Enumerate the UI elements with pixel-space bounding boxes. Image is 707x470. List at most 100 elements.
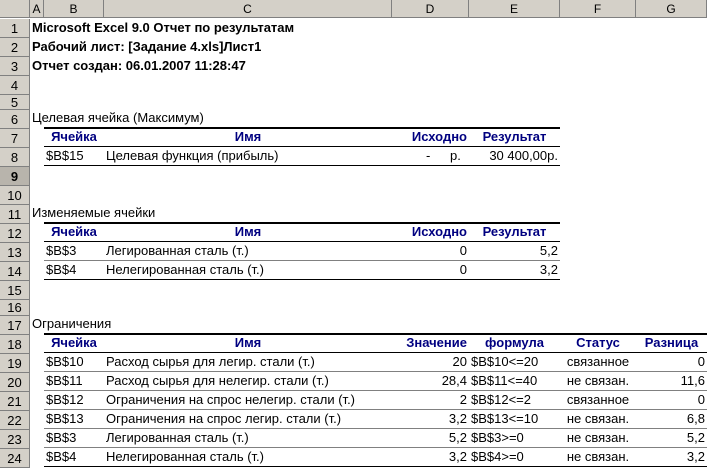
worksheet-line: Рабочий лист: [Задание 4.xls]Лист1 xyxy=(32,39,262,54)
constraints-header-formula: формула xyxy=(485,335,544,350)
constraint-row-3-cell[interactable]: $B$12 xyxy=(44,391,104,409)
constraint-row-1-name[interactable]: Расход сырья для легир. стали (т.) xyxy=(104,353,392,371)
constraint-row-1-cell[interactable]: $B$10 xyxy=(44,353,104,371)
changing-row-1-result[interactable]: 5,2 xyxy=(469,242,560,260)
row-header-22[interactable]: 22 xyxy=(0,411,30,430)
row-header-20[interactable]: 20 xyxy=(0,373,30,392)
row-header-7[interactable]: 7 xyxy=(0,129,30,148)
row-header-21[interactable]: 21 xyxy=(0,392,30,411)
row-header-13[interactable]: 13 xyxy=(0,243,30,262)
row-header-5[interactable]: 5 xyxy=(0,95,30,110)
constraint-row-6-formula[interactable]: $B$4>=0 xyxy=(469,448,560,466)
target-row-name[interactable]: Целевая функция (прибыль) xyxy=(104,147,392,165)
changing-header-cell: Ячейка xyxy=(51,224,97,239)
row-header-23[interactable]: 23 xyxy=(0,430,30,449)
constraint-row-3-status[interactable]: связанное xyxy=(560,391,636,409)
constraints-header-value: Значение xyxy=(406,335,467,350)
target-row-initial-unit[interactable]: р. xyxy=(448,147,463,165)
constraint-row-1-formula[interactable]: $B$10<=20 xyxy=(469,353,560,371)
row-header-6[interactable]: 6 xyxy=(0,110,30,129)
constraint-row-6-value[interactable]: 3,2 xyxy=(392,448,469,466)
constraint-row-6-name[interactable]: Нелегированная сталь (т.) xyxy=(104,448,392,466)
row-header-10[interactable]: 10 xyxy=(0,186,30,205)
constraint-row-5-diff[interactable]: 5,2 xyxy=(636,429,707,447)
constraint-row-5-status[interactable]: не связан. xyxy=(560,429,636,447)
row-header-19[interactable]: 19 xyxy=(0,354,30,373)
target-header-initial: Исходно xyxy=(411,129,467,144)
constraint-row-4-diff[interactable]: 6,8 xyxy=(636,410,707,428)
constraint-row-6-cell[interactable]: $B$4 xyxy=(44,448,104,466)
row-header-15[interactable]: 15 xyxy=(0,281,30,300)
column-header-f[interactable]: F xyxy=(560,0,636,18)
select-all-corner[interactable] xyxy=(0,0,30,18)
constraint-row-6-border xyxy=(44,466,707,467)
column-header-d[interactable]: D xyxy=(392,0,469,18)
target-header-result: Результат xyxy=(482,129,547,144)
row-header-12[interactable]: 12 xyxy=(0,224,30,243)
constraint-row-4-name[interactable]: Ограничения на спрос легир. стали (т.) xyxy=(104,410,392,428)
constraint-row-1-value[interactable]: 20 xyxy=(392,353,469,371)
row-header-8[interactable]: 8 xyxy=(0,148,30,167)
constraint-row-4-status[interactable]: не связан. xyxy=(560,410,636,428)
target-header-name: Имя xyxy=(234,129,262,144)
changing-row-1-cell[interactable]: $B$3 xyxy=(44,242,104,260)
column-header-a[interactable]: A xyxy=(30,0,44,18)
created-line: Отчет создан: 06.01.2007 11:28:47 xyxy=(32,58,246,73)
column-header-g[interactable]: G xyxy=(636,0,707,18)
changing-header-name: Имя xyxy=(234,224,262,239)
constraint-row-6-diff[interactable]: 3,2 xyxy=(636,448,707,466)
changing-row-2-initial[interactable]: 0 xyxy=(392,261,469,279)
row-header-17[interactable]: 17 xyxy=(0,316,30,335)
constraint-row-2-value[interactable]: 28,4 xyxy=(392,372,469,390)
changing-heading: Изменяемые ячейки xyxy=(32,205,156,220)
constraint-row-2-formula[interactable]: $B$11<=40 xyxy=(469,372,560,390)
row-header-2[interactable]: 2 xyxy=(0,38,30,57)
row-header-11[interactable]: 11 xyxy=(0,205,30,224)
constraint-row-2-status[interactable]: не связан. xyxy=(560,372,636,390)
constraint-row-1-diff[interactable]: 0 xyxy=(636,353,707,371)
constraint-row-5-cell[interactable]: $B$3 xyxy=(44,429,104,447)
constraint-row-3-name[interactable]: Ограничения на спрос нелегир. стали (т.) xyxy=(104,391,392,409)
constraint-row-6-status[interactable]: не связан. xyxy=(560,448,636,466)
constraints-heading: Ограничения xyxy=(32,316,112,331)
constraint-row-4-value[interactable]: 3,2 xyxy=(392,410,469,428)
row-header-4[interactable]: 4 xyxy=(0,76,30,95)
changing-header-result: Результат xyxy=(482,224,547,239)
constraint-row-4-formula[interactable]: $B$13<=10 xyxy=(469,410,560,428)
constraint-row-2-name[interactable]: Расход сырья для нелегир. стали (т.) xyxy=(104,372,392,390)
constraint-row-4-cell[interactable]: $B$13 xyxy=(44,410,104,428)
constraint-row-2-cell[interactable]: $B$11 xyxy=(44,372,104,390)
constraint-row-5-formula[interactable]: $B$3>=0 xyxy=(469,429,560,447)
target-row-result[interactable]: 30 400,00р. xyxy=(469,147,560,165)
changing-header-initial: Исходно xyxy=(411,224,467,239)
constraint-row-3-value[interactable]: 2 xyxy=(392,391,469,409)
row-header-9[interactable]: 9 xyxy=(0,167,30,186)
target-row-cell[interactable]: $B$15 xyxy=(44,147,104,165)
changing-row-2-name[interactable]: Нелегированная сталь (т.) xyxy=(104,261,392,279)
changing-row-1-name[interactable]: Легированная сталь (т.) xyxy=(104,242,392,260)
target-row-initial-dash[interactable]: - xyxy=(424,147,432,165)
changing-bottom-border xyxy=(44,279,560,280)
target-heading: Целевая ячейка (Максимум) xyxy=(32,110,204,125)
constraint-row-3-diff[interactable]: 0 xyxy=(636,391,707,409)
constraints-header-status: Статус xyxy=(576,335,620,350)
row-header-3[interactable]: 3 xyxy=(0,57,30,76)
changing-row-2-result[interactable]: 3,2 xyxy=(469,261,560,279)
constraints-header-name: Имя xyxy=(234,335,262,350)
changing-row-1-initial[interactable]: 0 xyxy=(392,242,469,260)
constraint-row-1-status[interactable]: связанное xyxy=(560,353,636,371)
row-header-14[interactable]: 14 xyxy=(0,262,30,281)
column-header-c[interactable]: C xyxy=(104,0,392,18)
column-header-e[interactable]: E xyxy=(469,0,560,18)
column-header-b[interactable]: B xyxy=(44,0,104,18)
row-header-18[interactable]: 18 xyxy=(0,335,30,354)
constraint-row-2-diff[interactable]: 11,6 xyxy=(636,372,707,390)
row-header-1[interactable]: 1 xyxy=(0,19,30,38)
constraint-row-3-formula[interactable]: $B$12<=2 xyxy=(469,391,560,409)
row-header-16[interactable]: 16 xyxy=(0,300,30,316)
changing-row-2-cell[interactable]: $B$4 xyxy=(44,261,104,279)
constraint-row-5-name[interactable]: Легированная сталь (т.) xyxy=(104,429,392,447)
constraint-row-5-value[interactable]: 5,2 xyxy=(392,429,469,447)
constraints-header-diff: Разница xyxy=(644,335,699,350)
row-header-24[interactable]: 24 xyxy=(0,449,30,468)
